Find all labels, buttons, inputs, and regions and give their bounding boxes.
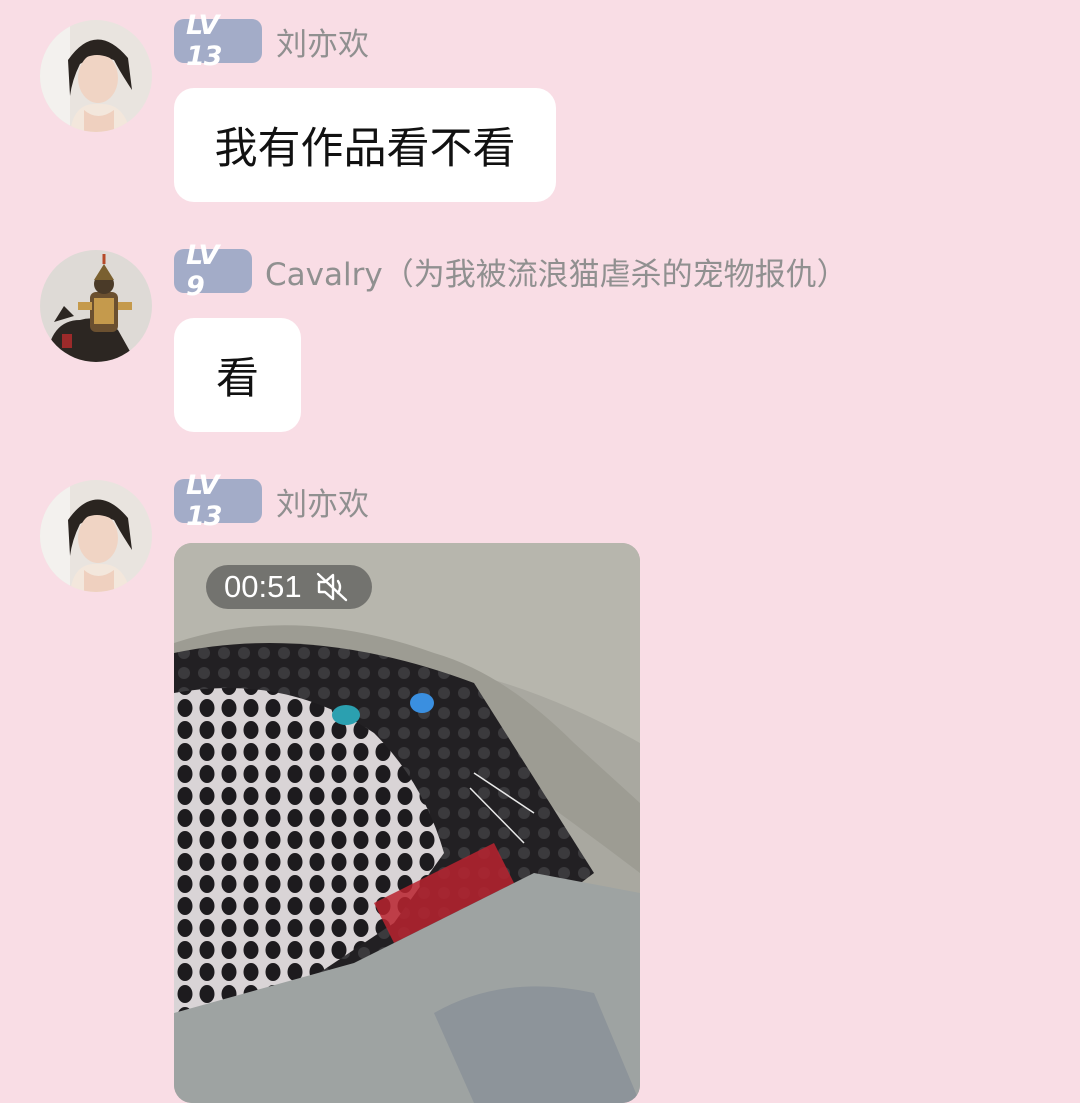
woman-portrait-avatar-icon — [40, 20, 152, 132]
cat-in-mesh-bag-thumbnail — [174, 543, 640, 1103]
speaker-muted-icon[interactable] — [316, 572, 350, 602]
message-bubble-1[interactable]: 我有作品看不看 — [174, 88, 556, 202]
message-header-2: LV 9 Cavalry（为我被流浪猫虐杀的宠物报仇） — [174, 240, 848, 302]
video-duration: 00:51 — [224, 569, 302, 604]
avatar-cavalry[interactable] — [40, 250, 152, 362]
armored-cavalry-rider-avatar-icon — [40, 250, 152, 362]
avatar-liu-yihuan-2[interactable] — [40, 480, 152, 592]
avatar-liu-yihuan-1[interactable] — [40, 20, 152, 132]
username[interactable]: Cavalry（为我被流浪猫虐杀的宠物报仇） — [265, 249, 848, 294]
username[interactable]: 刘亦欢 — [276, 19, 369, 64]
woman-portrait-avatar-icon — [40, 480, 152, 592]
username[interactable]: 刘亦欢 — [276, 479, 369, 524]
message-header-3: LV 13 刘亦欢 — [174, 470, 369, 532]
video-duration-pill: 00:51 — [206, 565, 372, 609]
message-header-1: LV 13 刘亦欢 — [174, 10, 369, 72]
level-badge: LV 9 — [174, 240, 252, 302]
message-bubble-2[interactable]: 看 — [174, 318, 301, 432]
video-message[interactable]: 00:51 — [174, 543, 640, 1103]
level-badge: LV 13 — [174, 10, 262, 72]
level-badge: LV 13 — [174, 470, 262, 532]
